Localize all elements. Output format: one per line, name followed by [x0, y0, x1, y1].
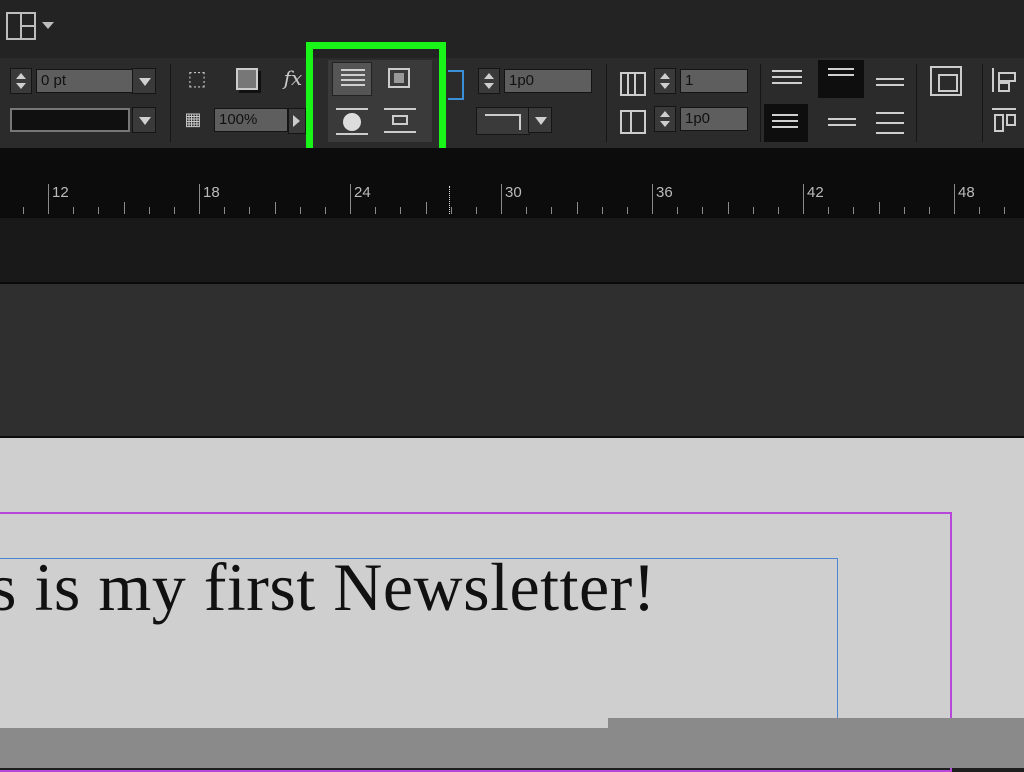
divider — [982, 64, 983, 142]
ruler-minor-tick — [299, 207, 301, 214]
ruler-major-tick — [501, 184, 502, 214]
ruler-major-tick — [803, 184, 804, 214]
ruler-label: 48 — [958, 184, 975, 201]
ruler-minor-tick — [375, 207, 377, 214]
ruler-minor-tick — [22, 207, 24, 214]
ruler-minor-tick — [853, 207, 855, 214]
ruler-cursor-marker — [449, 186, 450, 214]
ruler-minor-tick — [450, 207, 452, 214]
columns-stepper[interactable] — [654, 68, 676, 94]
align-top-button[interactable] — [818, 60, 864, 98]
gutter-field[interactable]: 1p0 — [680, 107, 748, 131]
divider — [606, 64, 607, 142]
horizontal-scrollbar[interactable] — [0, 728, 1024, 768]
highlight-box — [306, 42, 446, 158]
divider — [760, 64, 761, 142]
headline-text[interactable]: s is my first Newsletter! — [0, 548, 656, 627]
stroke-weight-field[interactable]: 0 pt — [36, 69, 134, 93]
ruler-label: 24 — [354, 184, 371, 201]
gutter-stepper[interactable] — [654, 106, 676, 132]
ruler-minor-tick — [928, 207, 930, 214]
ruler-minor-tick — [677, 207, 679, 214]
align-bottom-button[interactable] — [764, 104, 808, 142]
ruler-label: 12 — [52, 184, 69, 201]
wrap-contour-dropdown[interactable] — [528, 107, 552, 133]
opacity-arrow-icon[interactable] — [288, 108, 306, 134]
stroke-weight-stepper[interactable] — [10, 68, 32, 94]
offset-stepper[interactable] — [478, 68, 500, 94]
ruler-minor-tick — [903, 207, 905, 214]
ruler-minor-tick — [702, 207, 704, 214]
ruler-minor-tick — [576, 202, 578, 214]
ruler-minor-tick — [98, 207, 100, 214]
control-panel: 0 pt ⬚ fx ▦ 100% 1p0 1 1p0 — [0, 58, 1024, 150]
opacity-checker-icon: ▦ — [184, 109, 202, 130]
divider — [916, 64, 917, 142]
justify-vertical-icon[interactable] — [828, 118, 856, 130]
workspace-switcher-icon[interactable] — [6, 12, 58, 42]
ruler-minor-tick — [601, 207, 603, 214]
ruler-ticks: 12 18 24 30 36 42 48 — [0, 180, 1024, 216]
ruler-major-tick — [954, 184, 955, 214]
ruler-minor-tick — [1004, 207, 1006, 214]
ruler-minor-tick — [551, 207, 553, 214]
ruler-major-tick — [199, 184, 200, 214]
ruler-label: 30 — [505, 184, 522, 201]
stroke-type-field[interactable] — [10, 108, 130, 132]
distribute-icon[interactable] — [992, 108, 1016, 132]
ruler-minor-tick — [425, 202, 427, 214]
ruler-minor-tick — [979, 207, 981, 214]
ruler-minor-tick — [224, 207, 226, 214]
ruler-minor-tick — [173, 207, 175, 214]
effects-fx-icon[interactable]: fx — [278, 64, 308, 92]
ruler-major-tick — [48, 184, 49, 214]
justify-spread-icon[interactable] — [876, 112, 904, 138]
corner-options-icon[interactable]: ⬚ — [182, 64, 212, 92]
ruler-minor-tick — [828, 207, 830, 214]
ruler-minor-tick — [249, 207, 251, 214]
align-center-icon[interactable] — [876, 78, 904, 90]
ruler-minor-tick — [777, 207, 779, 214]
ruler-label: 36 — [656, 184, 673, 201]
ruler-minor-tick — [274, 202, 276, 214]
balance-columns-icon[interactable] — [772, 70, 802, 88]
ruler-label: 42 — [807, 184, 824, 201]
columns-field[interactable]: 1 — [680, 69, 748, 93]
ruler-minor-tick — [526, 207, 528, 214]
ruler-minor-tick — [73, 207, 75, 214]
ruler-label: 18 — [203, 184, 220, 201]
wrap-contour-select[interactable] — [476, 107, 530, 135]
application-bar — [0, 0, 1024, 59]
ruler-minor-tick — [123, 202, 125, 214]
opacity-field[interactable]: 100% — [214, 108, 288, 132]
pasteboard — [0, 284, 1024, 438]
frame-handle-icon — [448, 70, 464, 100]
ruler-minor-tick — [400, 207, 402, 214]
ruler-major-tick — [350, 184, 351, 214]
pasteboard-strip — [0, 218, 1024, 284]
ruler-minor-tick — [752, 207, 754, 214]
auto-fit-frame-icon[interactable] — [930, 66, 962, 96]
ruler-major-tick — [652, 184, 653, 214]
ruler-minor-tick — [324, 207, 326, 214]
ruler-minor-tick — [475, 207, 477, 214]
align-left-edge-icon[interactable] — [992, 68, 1016, 92]
divider — [170, 64, 171, 142]
ruler-minor-tick — [148, 207, 150, 214]
ruler-minor-tick — [727, 202, 729, 214]
stroke-weight-dropdown[interactable] — [132, 68, 156, 94]
ruler-minor-tick — [626, 207, 628, 214]
stroke-type-dropdown[interactable] — [132, 107, 156, 133]
ruler-minor-tick — [878, 202, 880, 214]
offset-field[interactable]: 1p0 — [504, 69, 592, 93]
